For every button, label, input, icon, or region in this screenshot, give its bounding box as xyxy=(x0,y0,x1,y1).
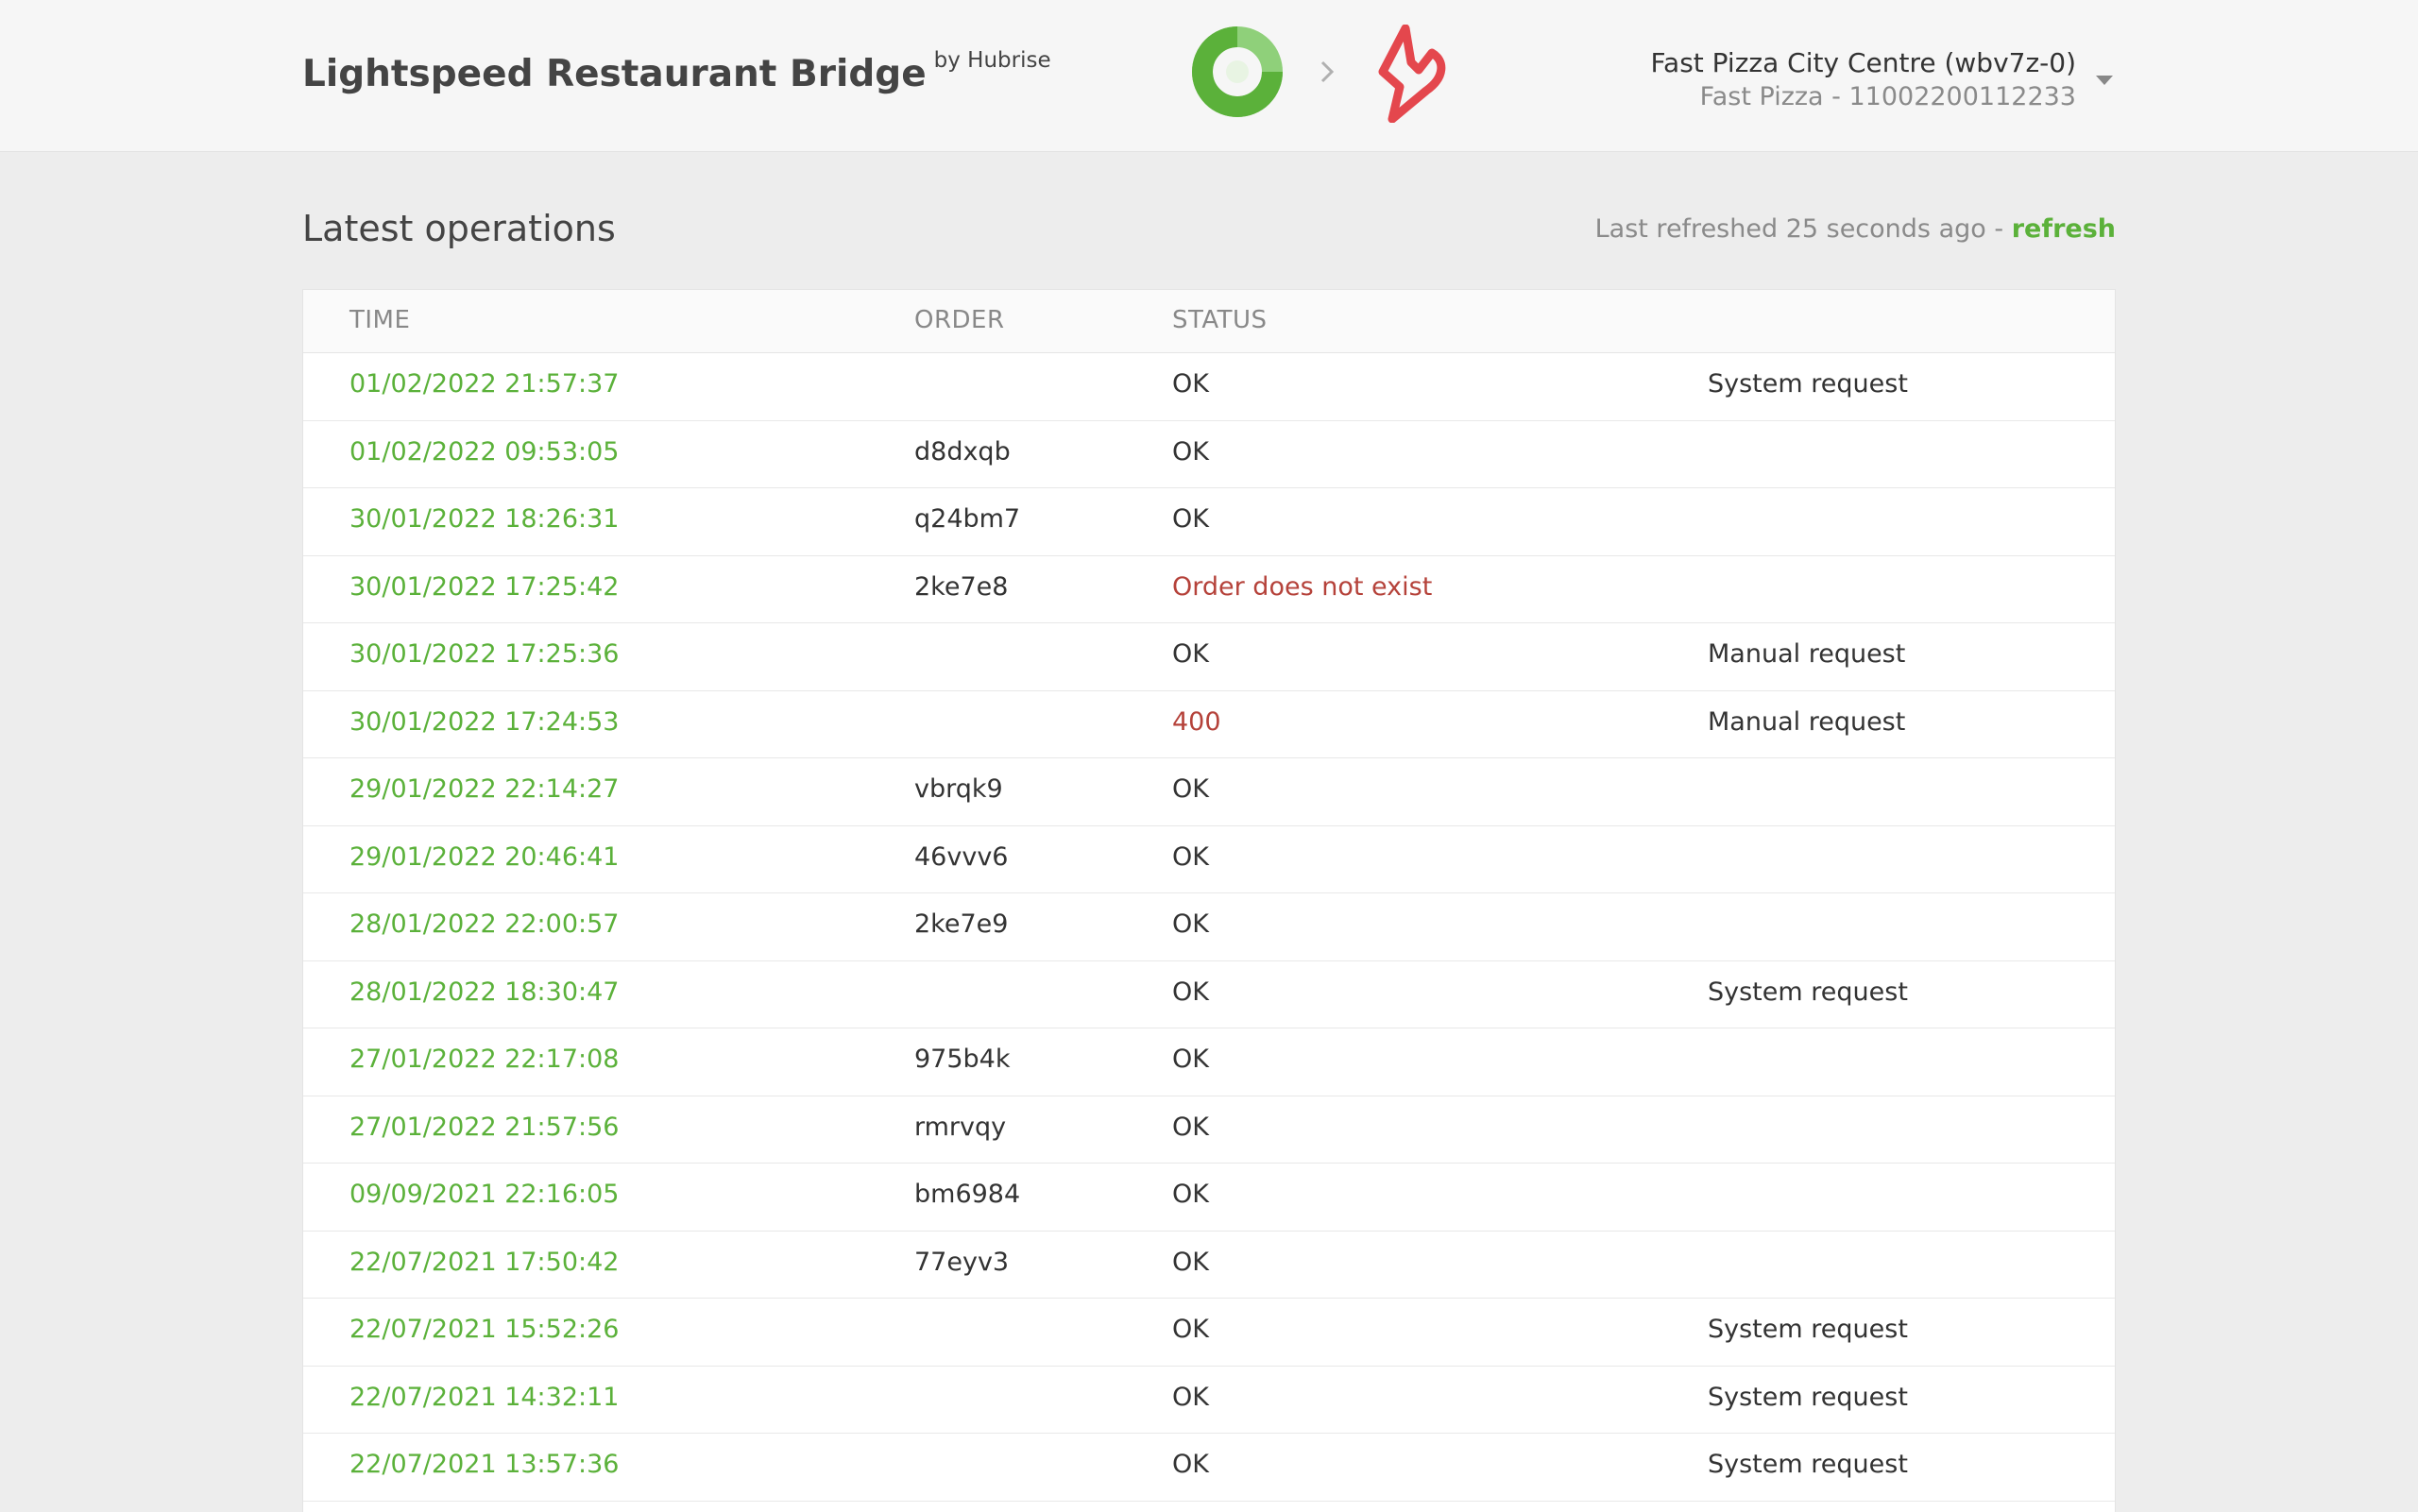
row-order-id: 975b4k xyxy=(914,1045,1011,1074)
table-row[interactable]: 30/01/2022 17:24:53 400 Manual request xyxy=(303,691,2115,758)
row-time-link[interactable]: 30/01/2022 18:26:31 xyxy=(349,504,619,534)
account-name: Fast Pizza City Centre (wbv7z-0) xyxy=(1650,47,2077,78)
app-header: Lightspeed Restaurant Bridge by Hubrise F… xyxy=(0,0,2418,152)
operations-table: TIME ORDER STATUS 01/02/2022 21:57:37 OK S… xyxy=(302,289,2116,1512)
row-order-id: 2ke7e9 xyxy=(914,909,1009,939)
row-time-link[interactable]: 30/01/2022 17:25:42 xyxy=(349,572,619,602)
row-status: OK xyxy=(1172,436,1209,467)
row-time-link[interactable]: 09/09/2021 22:16:05 xyxy=(349,1180,619,1209)
row-status: OK xyxy=(1172,841,1209,872)
lightspeed-logo-icon xyxy=(1378,25,1446,123)
row-status: OK xyxy=(1172,1315,1209,1344)
row-status: OK xyxy=(1172,977,1209,1007)
table-row[interactable]: 30/01/2022 18:26:31 q24bm7 OK xyxy=(303,488,2115,556)
column-header-time: TIME xyxy=(349,306,411,334)
refresh-link[interactable]: refresh xyxy=(2012,214,2116,244)
row-note: System request xyxy=(1708,369,1908,399)
row-note: Manual request xyxy=(1708,706,1906,737)
row-note: System request xyxy=(1708,1382,1908,1412)
table-row[interactable]: 27/01/2022 21:57:56 rmrvqy OK xyxy=(303,1096,2115,1164)
row-time-link[interactable]: 22/07/2021 14:32:11 xyxy=(349,1383,619,1412)
table-row[interactable]: 30/01/2022 17:25:42 2ke7e8 Order does not … xyxy=(303,556,2115,623)
row-order-id: bm6984 xyxy=(914,1180,1021,1209)
table-row[interactable]: 22/07/2021 15:52:26 OK System request xyxy=(303,1299,2115,1367)
row-order-id: 77eyv3 xyxy=(914,1247,1010,1277)
row-time-link[interactable]: 22/07/2021 17:50:42 xyxy=(349,1248,619,1277)
row-status: OK xyxy=(1172,639,1209,669)
row-status: OK xyxy=(1172,1112,1209,1142)
row-time-link[interactable]: 22/07/2021 13:57:36 xyxy=(349,1450,619,1479)
row-time-link[interactable]: 01/02/2022 21:57:37 xyxy=(349,369,619,399)
table-row[interactable]: 01/02/2022 21:57:37 OK System request xyxy=(303,353,2115,421)
chevron-right-icon xyxy=(1320,60,1335,83)
integration-logos xyxy=(1188,23,1453,128)
brand: Lightspeed Restaurant Bridge by Hubrise xyxy=(302,48,1051,95)
row-status: Order does not exist xyxy=(1172,571,1433,602)
refresh-status-text: Last refreshed 25 seconds ago - xyxy=(1594,214,2004,244)
row-order-id: 2ke7e8 xyxy=(914,571,1009,602)
column-header-order: ORDER xyxy=(914,306,1005,334)
row-note: System request xyxy=(1708,977,1908,1007)
row-time-link[interactable]: 30/01/2022 17:25:36 xyxy=(349,639,619,669)
account-selector[interactable]: Fast Pizza City Centre (wbv7z-0) Fast Pi… xyxy=(1651,46,2077,114)
row-status: OK xyxy=(1172,774,1209,804)
row-time-link[interactable]: 27/01/2022 21:57:56 xyxy=(349,1113,619,1142)
row-order-id: d8dxqb xyxy=(914,436,1011,467)
section-title: Latest operations xyxy=(302,208,616,249)
row-time-link[interactable]: 27/01/2022 22:17:08 xyxy=(349,1045,619,1074)
row-status: OK xyxy=(1172,369,1209,399)
table-row[interactable]: 28/01/2022 22:00:57 2ke7e9 OK xyxy=(303,893,2115,961)
row-time-link[interactable]: 28/01/2022 22:00:57 xyxy=(349,909,619,939)
row-time-link[interactable]: 30/01/2022 17:24:53 xyxy=(349,707,619,737)
row-status: OK xyxy=(1172,504,1209,534)
table-row[interactable]: 30/01/2022 17:25:36 OK Manual request xyxy=(303,623,2115,691)
row-note: Manual request xyxy=(1708,639,1906,669)
row-time-link[interactable]: 01/02/2022 09:53:05 xyxy=(349,437,619,467)
table-body: 01/02/2022 21:57:37 OK System request 01/02… xyxy=(303,353,2115,1502)
table-row[interactable]: 22/07/2021 14:32:11 OK System request xyxy=(303,1367,2115,1434)
app-title: Lightspeed Restaurant Bridge xyxy=(302,53,927,95)
row-status: OK xyxy=(1172,1247,1209,1277)
table-row[interactable]: 22/07/2021 13:57:36 OK System request xyxy=(303,1434,2115,1502)
caret-down-icon[interactable] xyxy=(2096,76,2113,85)
hubrise-logo-icon xyxy=(1192,26,1283,117)
table-row[interactable]: 09/09/2021 22:16:05 bm6984 OK xyxy=(303,1164,2115,1232)
column-header-status: STATUS xyxy=(1172,306,1268,334)
row-status: OK xyxy=(1172,1180,1209,1209)
table-row[interactable]: 27/01/2022 22:17:08 975b4k OK xyxy=(303,1028,2115,1096)
app-by-line: by Hubrise xyxy=(933,48,1051,73)
row-note: System request xyxy=(1708,1450,1908,1479)
table-row[interactable]: 28/01/2022 18:30:47 OK System request xyxy=(303,961,2115,1028)
row-order-id: q24bm7 xyxy=(914,504,1021,534)
table-row[interactable]: 29/01/2022 20:46:41 46vvv6 OK xyxy=(303,826,2115,893)
row-note: System request xyxy=(1708,1315,1908,1344)
row-status: OK xyxy=(1172,1382,1209,1412)
row-order-id: vbrqk9 xyxy=(914,774,1003,804)
table-row[interactable]: 29/01/2022 22:14:27 vbrqk9 OK xyxy=(303,758,2115,826)
row-time-link[interactable]: 28/01/2022 18:30:47 xyxy=(349,977,619,1007)
row-status: OK xyxy=(1172,1450,1209,1479)
table-header: TIME ORDER STATUS xyxy=(303,290,2115,353)
table-row[interactable]: 22/07/2021 17:50:42 77eyv3 OK xyxy=(303,1232,2115,1299)
row-status: OK xyxy=(1172,1045,1209,1074)
row-order-id: rmrvqy xyxy=(914,1112,1007,1142)
row-time-link[interactable]: 29/01/2022 22:14:27 xyxy=(349,774,619,804)
row-status: OK xyxy=(1172,909,1209,939)
table-row[interactable]: 01/02/2022 09:53:05 d8dxqb OK xyxy=(303,421,2115,488)
row-time-link[interactable]: 29/01/2022 20:46:41 xyxy=(349,842,619,872)
account-sub: Fast Pizza - 11002200112233 xyxy=(1699,82,2076,111)
refresh-info: Last refreshed 25 seconds ago - refresh xyxy=(1595,214,2116,244)
row-order-id: 46vvv6 xyxy=(914,841,1009,872)
row-time-link[interactable]: 22/07/2021 15:52:26 xyxy=(349,1315,619,1344)
row-status: 400 xyxy=(1172,706,1221,737)
